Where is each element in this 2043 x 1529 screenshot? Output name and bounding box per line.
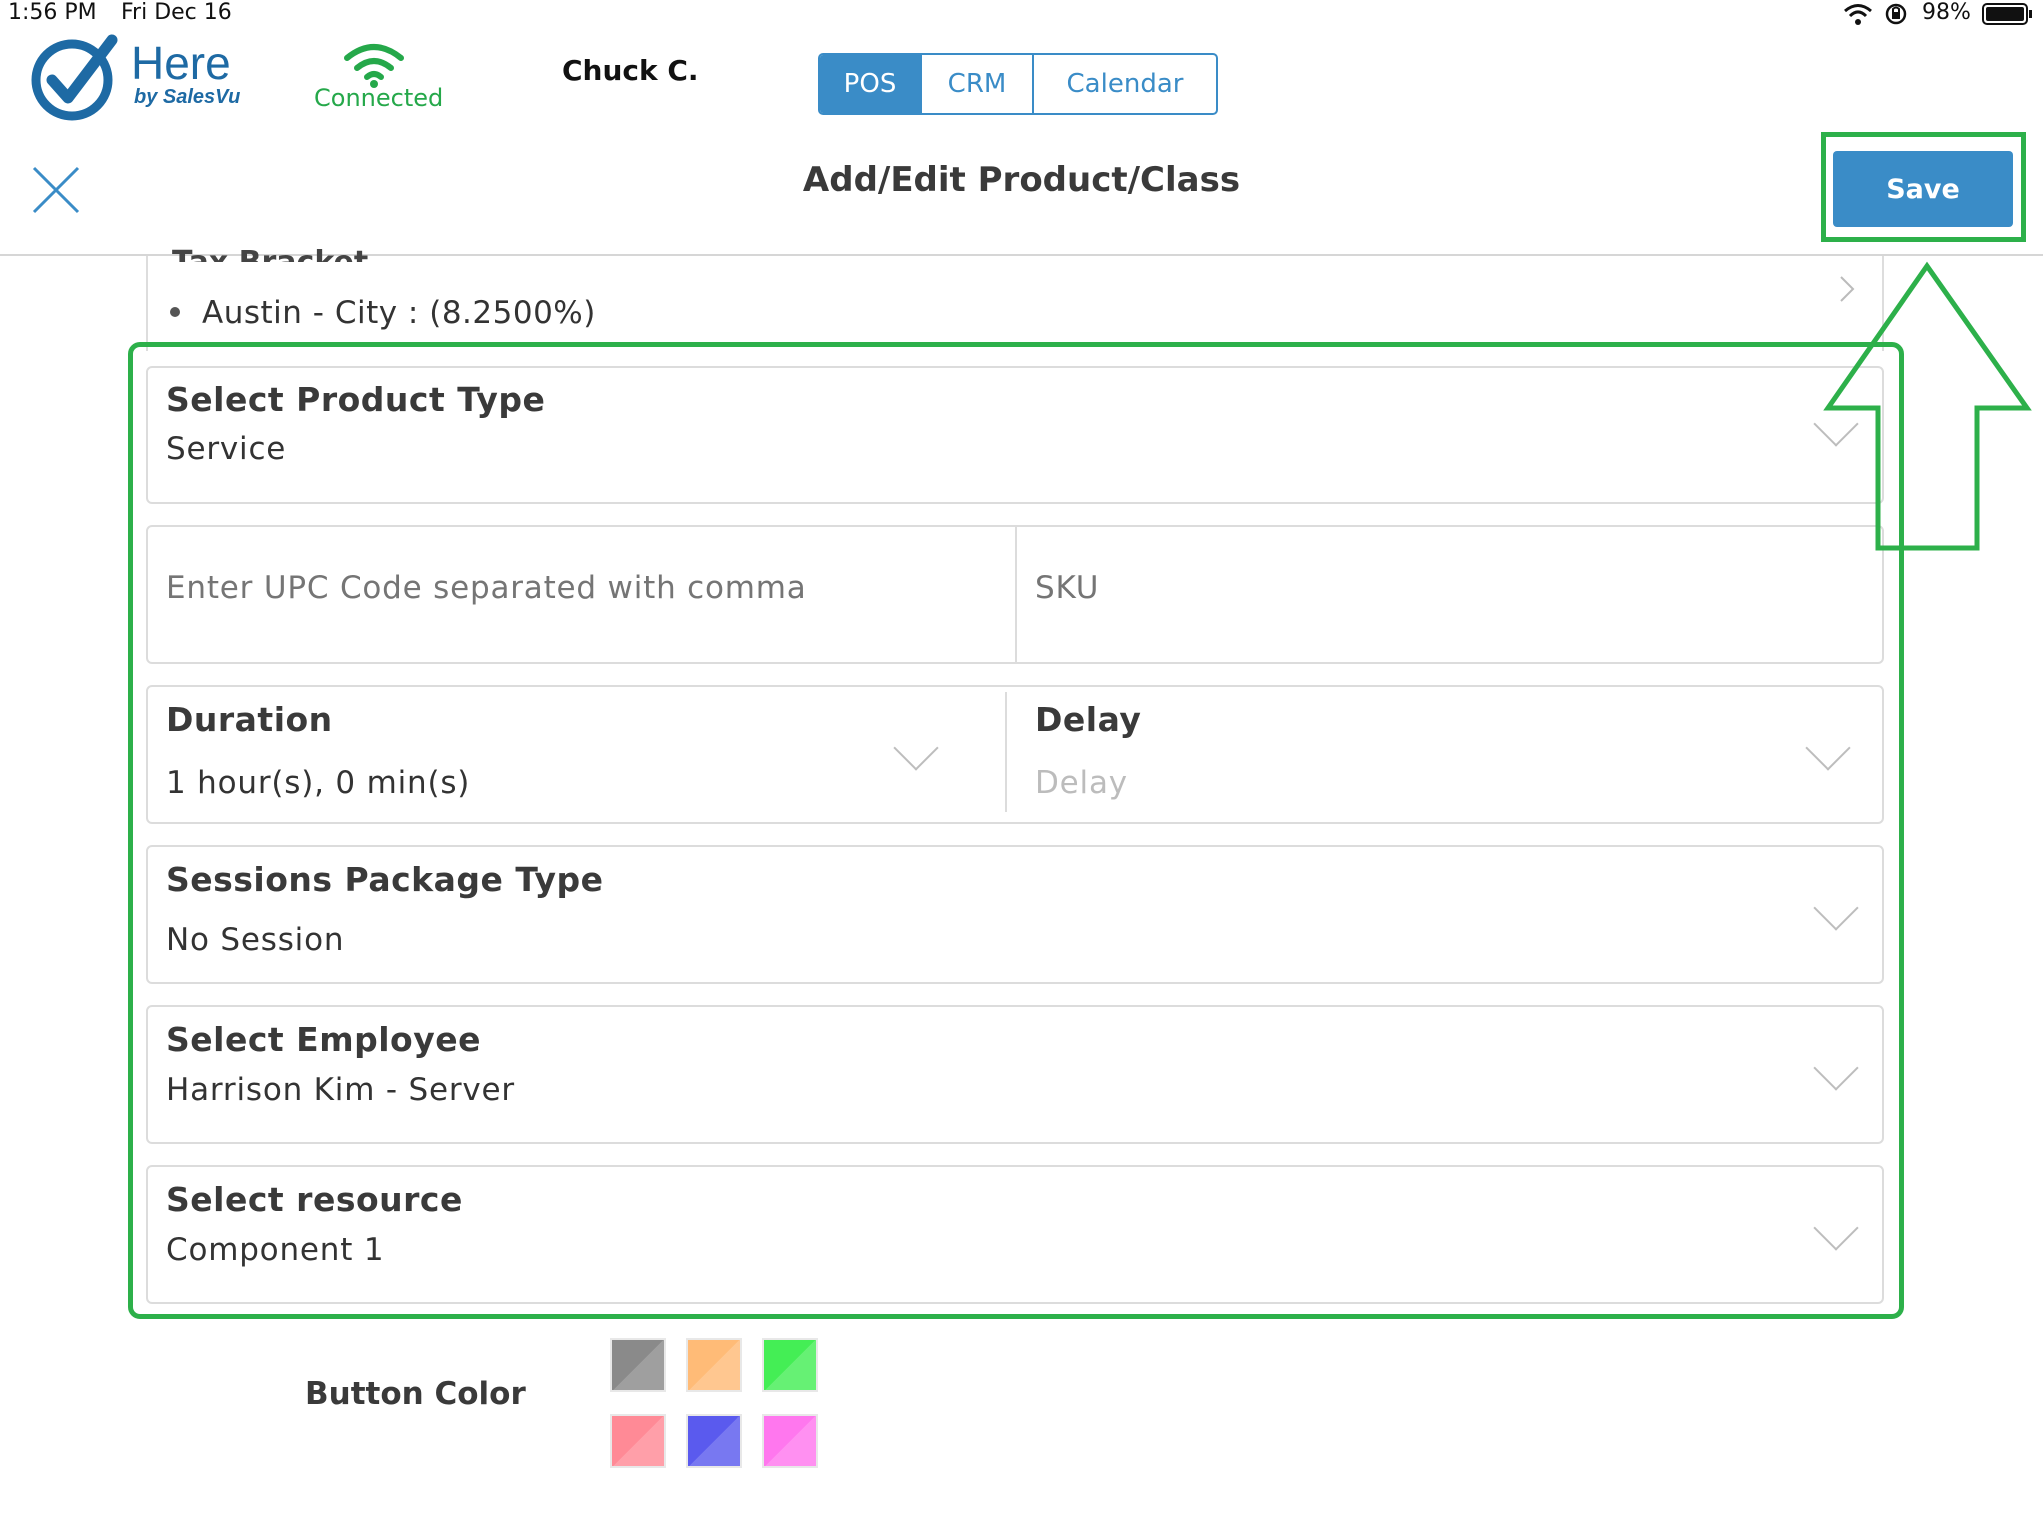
tab-crm[interactable]: CRM bbox=[922, 55, 1034, 113]
tax-bracket-value: Austin - City : (8.2500%) bbox=[202, 295, 596, 331]
status-time: 1:56 PM bbox=[8, 0, 97, 25]
tab-pos[interactable]: POS bbox=[820, 55, 922, 113]
color-swatch-orange[interactable] bbox=[686, 1338, 742, 1392]
tab-calendar[interactable]: Calendar bbox=[1034, 55, 1216, 113]
color-swatch-green[interactable] bbox=[762, 1338, 818, 1392]
tax-bracket-label: Tax Bracket bbox=[172, 238, 368, 262]
arrow-up-icon bbox=[1820, 258, 2035, 552]
color-swatch-blue[interactable] bbox=[686, 1414, 742, 1468]
color-swatch-gray[interactable] bbox=[610, 1338, 666, 1392]
status-date: Fri Dec 16 bbox=[121, 0, 232, 25]
color-swatch-pink[interactable] bbox=[610, 1414, 666, 1468]
connection-status: Connected bbox=[314, 84, 444, 112]
bullet-icon bbox=[170, 307, 180, 317]
user-name[interactable]: Chuck C. bbox=[562, 54, 699, 87]
wifi-icon bbox=[1843, 2, 1873, 26]
battery-percent: 98% bbox=[1922, 0, 1971, 25]
battery-icon bbox=[1982, 2, 2034, 26]
module-tabs: POS CRM Calendar bbox=[818, 53, 1218, 115]
button-color-label: Button Color bbox=[305, 1376, 526, 1412]
logo-subtitle: by SalesVu bbox=[134, 86, 241, 108]
wifi-connected-icon bbox=[343, 42, 405, 88]
color-swatch-magenta[interactable] bbox=[762, 1414, 818, 1468]
logo-title: Here bbox=[131, 37, 231, 89]
logo-icon bbox=[30, 32, 122, 122]
save-button[interactable]: Save bbox=[1833, 151, 2013, 227]
orientation-lock-icon bbox=[1883, 2, 1909, 26]
page-title: Add/Edit Product/Class bbox=[802, 160, 1241, 200]
highlight-frame bbox=[128, 342, 1904, 1319]
